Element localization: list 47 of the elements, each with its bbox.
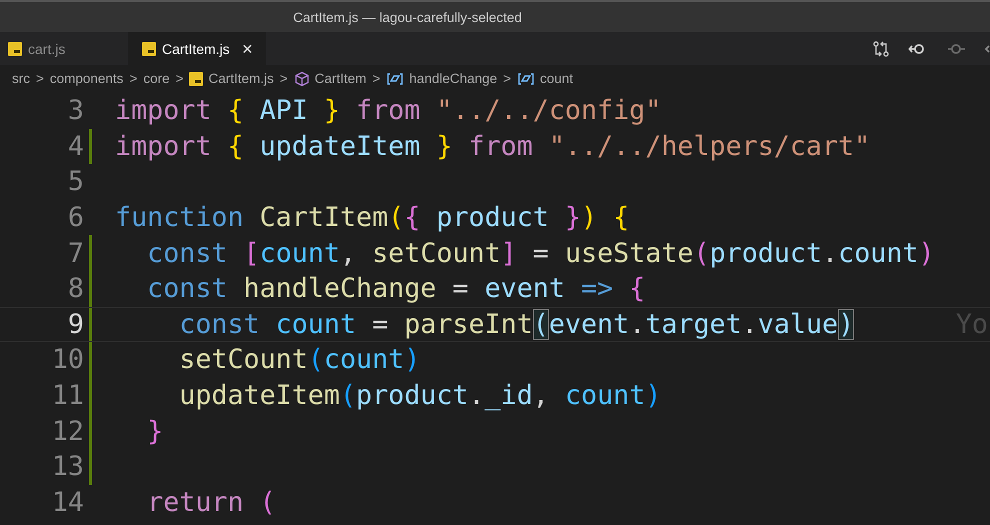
breadcrumb-separator: > [503,71,512,86]
window-title: CartItem.js — lagou-carefully-selected [293,10,522,24]
line-number: 13 [50,451,84,482]
code-line: const handleChange = event => { [146,273,646,304]
breadcrumb-separator: > [36,71,44,86]
line-number: 9 [66,308,84,340]
editor-tab[interactable]: CartItem.js ✕ [128,32,266,65]
line-number: 7 [66,238,84,269]
breadcrumb-item[interactable]: core [143,71,170,86]
breadcrumb-separator: > [372,71,380,86]
next-change-icon[interactable] [946,42,966,56]
javascript-file-icon [189,72,204,86]
line-number: 12 [50,416,84,447]
breadcrumb-item[interactable]: CartItem.js [208,71,274,86]
breadcrumb-item[interactable]: CartItem [314,71,366,86]
line-number: 3 [66,95,84,126]
code-line: const [count, setCount] = useState(product.count) [146,238,935,269]
javascript-file-icon [142,42,156,56]
code-line: import { API } from "../../config" [115,95,662,126]
breadcrumb-item[interactable]: handleChange [409,71,498,86]
code-line: updateItem(product._id, count) [178,380,662,412]
code-line: } [146,416,164,447]
code-line: setCount(count) [178,344,420,376]
code-line: const count = parseInt(event.target.value) [178,308,854,340]
editor-tab[interactable]: cart.js [0,32,128,65]
code-line: import { updateItem } from "../../helpers/cart" [115,130,870,162]
breadcrumb-separator: > [176,71,184,86]
variable-icon [386,72,404,86]
compare-changes-icon[interactable] [872,40,890,58]
line-number: 4 [66,130,84,162]
breadcrumb-item[interactable]: src [12,71,30,86]
variable-icon [517,72,536,86]
close-icon[interactable]: ✕ [242,40,254,56]
line-number: 6 [66,202,84,234]
javascript-file-icon [8,42,22,56]
line-number: 11 [50,380,84,412]
line-number: 8 [66,273,84,304]
breadcrumb-separator: > [280,71,288,86]
line-number: 14 [50,486,84,518]
breadcrumb-item[interactable]: count [540,71,574,86]
breadcrumb-item[interactable]: components [50,71,124,86]
code-line: function CartItem({ product }) { [115,202,630,234]
code-line: return ( [146,486,276,518]
line-number: 5 [66,166,84,198]
line-number: 10 [50,344,84,376]
breadcrumb-separator: > [129,71,138,86]
cube-icon [294,70,310,86]
